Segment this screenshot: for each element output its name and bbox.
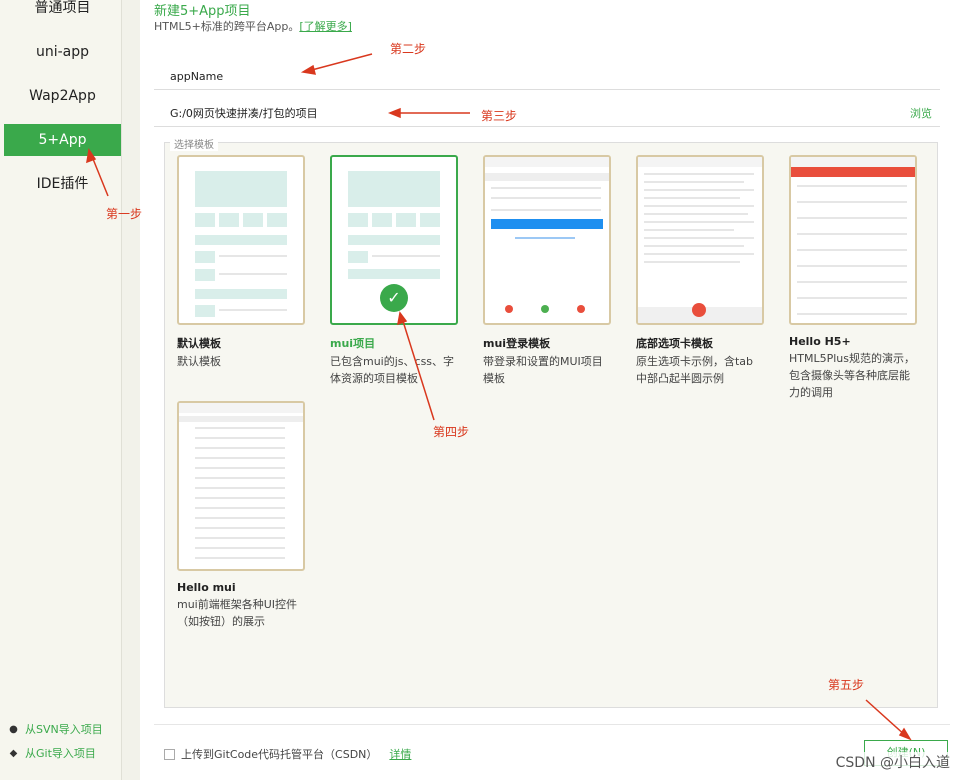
template-card-hello-mui[interactable]: Hello mui mui前端框架各种UI控件（如按钮）的展示 — [177, 401, 305, 630]
project-path-value: G:/0网页快速拼凑/打包的项目 — [170, 107, 318, 120]
sidebar-item-uni-app[interactable]: uni-app — [4, 36, 121, 68]
template-card-mui[interactable]: ✓ mui项目 已包含mui的js、css、字体资源的项目模板 — [330, 155, 458, 387]
subtitle-text: HTML5+标准的跨平台App。 — [154, 20, 300, 33]
learn-more-link[interactable]: [了解更多] — [299, 20, 352, 33]
page-subtitle: HTML5+标准的跨平台App。[了解更多] — [154, 18, 352, 34]
sidebar-gutter — [122, 0, 140, 780]
template-thumb-hello-mui — [177, 401, 305, 571]
template-desc: 默认模板 — [177, 355, 221, 368]
git-import-label: 从Git导入项目 — [25, 747, 96, 760]
sidebar-item-normal-project[interactable]: 普通项目 — [4, 0, 121, 24]
template-desc: 带登录和设置的MUI项目模板 — [483, 355, 603, 385]
project-path-input[interactable]: G:/0网页快速拼凑/打包的项目 浏览 — [154, 101, 940, 127]
template-card-hello-h5plus[interactable]: Hello H5+ HTML5Plus规范的演示，包含摄像头等各种底层能力的调用 — [789, 155, 917, 401]
app-name-input[interactable]: appName — [154, 64, 940, 90]
template-thumb-default — [177, 155, 305, 325]
template-thumb-hello-h5plus — [789, 155, 917, 325]
template-desc: HTML5Plus规范的演示，包含摄像头等各种底层能力的调用 — [789, 352, 916, 399]
template-name: Hello mui — [177, 581, 236, 594]
git-import-link[interactable]: ◆ 从Git导入项目 — [8, 745, 96, 761]
upload-checkbox[interactable] — [164, 748, 175, 760]
template-name: Hello H5+ — [789, 335, 851, 348]
annotation-step1: 第一步 — [106, 207, 143, 221]
watermark: CSDN @小白入道 — [835, 752, 950, 772]
sidebar-item-5plus-app[interactable]: 5+App — [4, 124, 121, 156]
template-name: mui登录模板 — [483, 337, 551, 350]
sidebar-item-wap2app[interactable]: Wap2App — [4, 80, 121, 112]
annotation-step3: 第三步 — [481, 109, 518, 123]
page-title: 新建5+App项目 — [154, 4, 251, 19]
selected-check-icon: ✓ — [380, 284, 408, 312]
git-icon: ◆ — [9, 747, 18, 759]
annotation-step4: 第四步 — [433, 425, 470, 439]
browse-button[interactable]: 浏览 — [910, 101, 932, 127]
template-thumb-mui: ✓ — [330, 155, 458, 325]
svn-import-link[interactable]: ● 从SVN导入项目 — [8, 721, 103, 737]
template-card-default[interactable]: 默认模板 默认模板 — [177, 155, 305, 370]
details-link[interactable]: 详情 — [389, 746, 411, 762]
template-card-mui-login[interactable]: mui登录模板 带登录和设置的MUI项目模板 — [483, 155, 611, 387]
template-desc: 原生选项卡示例，含tab中部凸起半圆示例 — [636, 355, 754, 385]
annotation-step5: 第五步 — [828, 678, 865, 692]
footer-divider — [154, 724, 950, 725]
sidebar: 普通项目 uni-app Wap2App 5+App IDE插件 ● 从SVN导… — [0, 0, 122, 780]
template-desc: mui前端框架各种UI控件（如按钮）的展示 — [177, 598, 298, 628]
template-card-bottom-tabs[interactable]: 底部选项卡模板 原生选项卡示例，含tab中部凸起半圆示例 — [636, 155, 764, 387]
template-name: 默认模板 — [177, 337, 221, 350]
sidebar-item-ide-plugin[interactable]: IDE插件 — [4, 168, 121, 200]
template-thumb-bottom-tabs — [636, 155, 764, 325]
template-name: mui项目 — [330, 337, 376, 350]
svn-import-label: 从SVN导入项目 — [25, 723, 103, 736]
upload-gitcode-option: 上传到GitCode代码托管平台（CSDN） 详情 — [164, 746, 411, 762]
upload-label: 上传到GitCode代码托管平台（CSDN） — [181, 748, 378, 761]
svn-icon: ● — [9, 723, 18, 735]
template-desc: 已包含mui的js、css、字体资源的项目模板 — [330, 355, 455, 385]
template-thumb-mui-login — [483, 155, 611, 325]
template-legend: 选择模板 — [170, 136, 218, 151]
annotation-step2: 第二步 — [390, 42, 427, 56]
main-panel: 新建5+App项目 HTML5+标准的跨平台App。[了解更多] appName… — [140, 0, 964, 780]
template-name: 底部选项卡模板 — [636, 337, 713, 350]
